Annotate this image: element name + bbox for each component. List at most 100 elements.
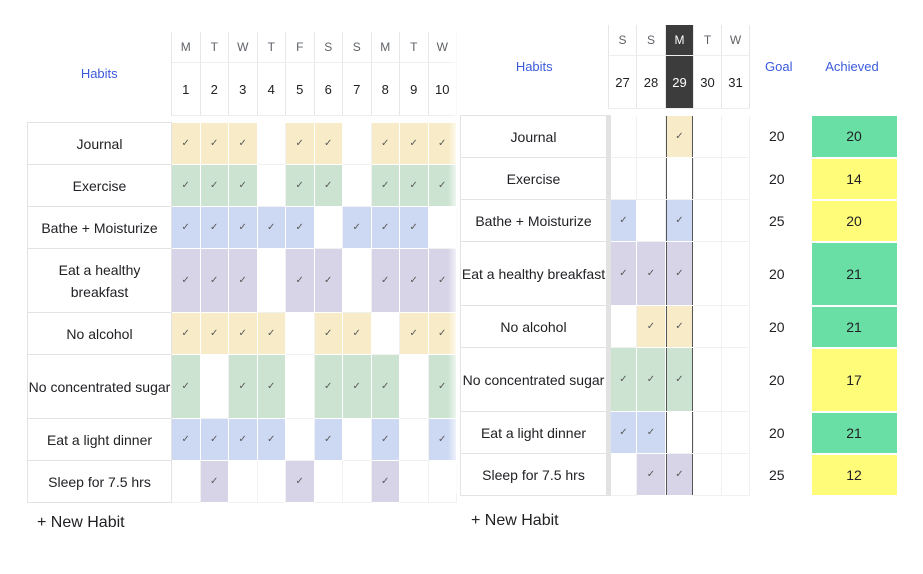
new-habit-button-left[interactable]: + New Habit	[37, 514, 125, 532]
habit-check-cell[interactable]: ✓	[257, 418, 286, 461]
habit-check-cell[interactable]: ✓	[314, 164, 343, 207]
habit-check-cell[interactable]: ✓	[342, 206, 372, 249]
habit-empty-cell[interactable]	[342, 418, 372, 461]
habit-name[interactable]: No alcohol	[460, 305, 611, 348]
habit-check-cell[interactable]: ✓	[171, 206, 201, 249]
habit-check-cell[interactable]: ✓	[399, 164, 429, 207]
habit-check-cell[interactable]: ✓	[342, 354, 372, 419]
habit-check-cell[interactable]: ✓	[314, 248, 343, 313]
habit-empty-cell[interactable]	[665, 411, 694, 454]
habit-check-cell[interactable]: ✓	[200, 248, 229, 313]
habit-check-cell[interactable]: ✓	[371, 164, 400, 207]
habit-empty-cell[interactable]	[342, 460, 372, 503]
habit-empty-cell[interactable]	[693, 453, 722, 496]
habit-check-cell[interactable]: ✓	[285, 460, 315, 503]
habit-empty-cell[interactable]	[721, 157, 750, 200]
habit-check-cell[interactable]: ✓	[228, 122, 258, 165]
habit-check-cell[interactable]: ✓	[285, 248, 315, 313]
habit-empty-cell[interactable]	[665, 157, 694, 200]
habit-check-cell[interactable]: ✓	[371, 354, 400, 419]
habit-empty-cell[interactable]	[721, 199, 750, 242]
habit-check-cell[interactable]: ✓	[171, 354, 201, 419]
habit-empty-cell[interactable]	[342, 164, 372, 207]
habit-empty-cell[interactable]	[399, 460, 429, 503]
habit-name[interactable]: No alcohol	[27, 312, 172, 355]
habit-check-cell[interactable]: ✓	[171, 248, 201, 313]
habit-check-cell[interactable]: ✓	[257, 354, 286, 419]
habit-check-cell[interactable]: ✓	[636, 453, 666, 496]
habit-check-cell[interactable]: ✓	[428, 354, 457, 419]
habit-name[interactable]: Eat a light dinner	[460, 411, 611, 454]
habit-check-cell[interactable]: ✓	[228, 354, 258, 419]
habit-empty-cell[interactable]	[693, 411, 722, 454]
habit-empty-cell[interactable]	[608, 305, 637, 348]
habit-name[interactable]: Sleep for 7.5 hrs	[460, 453, 611, 496]
habit-check-cell[interactable]: ✓	[636, 411, 666, 454]
habit-empty-cell[interactable]	[693, 199, 722, 242]
habit-check-cell[interactable]: ✓	[257, 206, 286, 249]
habit-check-cell[interactable]: ✓	[608, 347, 637, 412]
habit-check-cell[interactable]: ✓	[636, 305, 666, 348]
habit-check-cell[interactable]: ✓	[371, 206, 400, 249]
habit-empty-cell[interactable]	[636, 199, 666, 242]
habit-check-cell[interactable]: ✓	[399, 312, 429, 355]
habit-empty-cell[interactable]	[257, 122, 286, 165]
habit-check-cell[interactable]: ✓	[200, 312, 229, 355]
habit-check-cell[interactable]: ✓	[371, 122, 400, 165]
habit-check-cell[interactable]: ✓	[200, 206, 229, 249]
habit-check-cell[interactable]: ✓	[608, 199, 637, 242]
habit-check-cell[interactable]: ✓	[200, 418, 229, 461]
habit-empty-cell[interactable]	[399, 418, 429, 461]
habit-empty-cell[interactable]	[257, 460, 286, 503]
habit-empty-cell[interactable]	[721, 241, 750, 306]
habit-check-cell[interactable]: ✓	[314, 312, 343, 355]
habit-name[interactable]: Bathe + Moisturize	[460, 199, 611, 242]
habit-check-cell[interactable]: ✓	[171, 122, 201, 165]
habit-check-cell[interactable]: ✓	[665, 199, 694, 242]
habit-empty-cell[interactable]	[608, 453, 637, 496]
habit-check-cell[interactable]: ✓	[608, 411, 637, 454]
habit-empty-cell[interactable]	[693, 347, 722, 412]
habit-empty-cell[interactable]	[608, 115, 637, 158]
habit-empty-cell[interactable]	[342, 122, 372, 165]
habit-empty-cell[interactable]	[636, 115, 666, 158]
habit-empty-cell[interactable]	[171, 460, 201, 503]
habit-empty-cell[interactable]	[693, 157, 722, 200]
habit-name[interactable]: Bathe + Moisturize	[27, 206, 172, 249]
habit-check-cell[interactable]: ✓	[228, 418, 258, 461]
habit-empty-cell[interactable]	[608, 157, 637, 200]
habit-check-cell[interactable]: ✓	[228, 206, 258, 249]
habit-check-cell[interactable]: ✓	[428, 122, 457, 165]
habit-check-cell[interactable]: ✓	[428, 312, 457, 355]
habit-check-cell[interactable]: ✓	[608, 241, 637, 306]
habit-empty-cell[interactable]	[285, 354, 315, 419]
habit-empty-cell[interactable]	[314, 460, 343, 503]
habit-name[interactable]: Eat a healthy breakfast	[27, 248, 172, 313]
habit-name[interactable]: Sleep for 7.5 hrs	[27, 460, 172, 503]
habit-check-cell[interactable]: ✓	[314, 354, 343, 419]
habit-empty-cell[interactable]	[721, 347, 750, 412]
habit-name[interactable]: Exercise	[27, 164, 172, 207]
habit-check-cell[interactable]: ✓	[342, 312, 372, 355]
habit-check-cell[interactable]: ✓	[665, 305, 694, 348]
habit-check-cell[interactable]: ✓	[636, 347, 666, 412]
habit-check-cell[interactable]: ✓	[200, 122, 229, 165]
habit-empty-cell[interactable]	[693, 241, 722, 306]
habit-check-cell[interactable]: ✓	[171, 164, 201, 207]
habit-check-cell[interactable]: ✓	[371, 418, 400, 461]
habit-empty-cell[interactable]	[721, 453, 750, 496]
habit-check-cell[interactable]: ✓	[228, 164, 258, 207]
habit-check-cell[interactable]: ✓	[665, 347, 694, 412]
habit-name[interactable]: Journal	[27, 122, 172, 165]
habit-name[interactable]: Exercise	[460, 157, 611, 200]
habit-check-cell[interactable]: ✓	[636, 241, 666, 306]
habit-check-cell[interactable]: ✓	[171, 312, 201, 355]
habit-check-cell[interactable]: ✓	[428, 248, 457, 313]
habit-check-cell[interactable]: ✓	[665, 453, 694, 496]
habit-check-cell[interactable]: ✓	[665, 241, 694, 306]
habit-empty-cell[interactable]	[721, 305, 750, 348]
habit-empty-cell[interactable]	[399, 354, 429, 419]
habit-check-cell[interactable]: ✓	[285, 122, 315, 165]
habit-name[interactable]: Eat a light dinner	[27, 418, 172, 461]
habit-check-cell[interactable]: ✓	[314, 122, 343, 165]
